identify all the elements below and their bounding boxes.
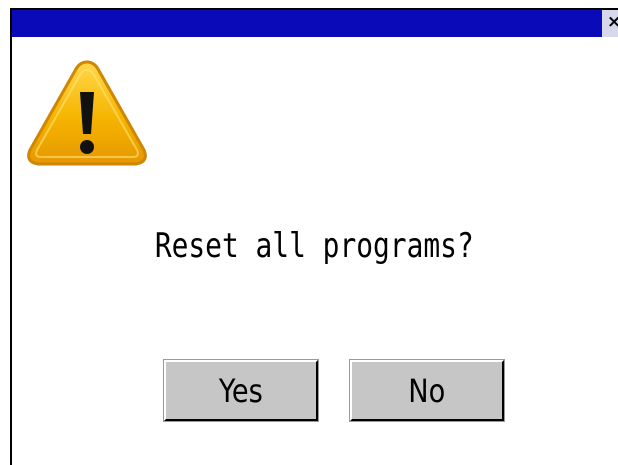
dialog-message: Reset all programs? [154, 226, 474, 266]
title-bar: × [12, 10, 618, 37]
close-icon: × [607, 12, 618, 32]
no-button-label: No [408, 371, 446, 410]
yes-button-label: Yes [219, 371, 263, 410]
no-button[interactable]: No [350, 360, 504, 421]
confirm-dialog: × Reset all programs? Yes No [10, 8, 618, 465]
yes-button[interactable]: Yes [164, 360, 318, 421]
warning-icon [27, 60, 147, 166]
close-button[interactable]: × [602, 10, 618, 37]
screen: × Reset all programs? Yes No [0, 0, 618, 465]
